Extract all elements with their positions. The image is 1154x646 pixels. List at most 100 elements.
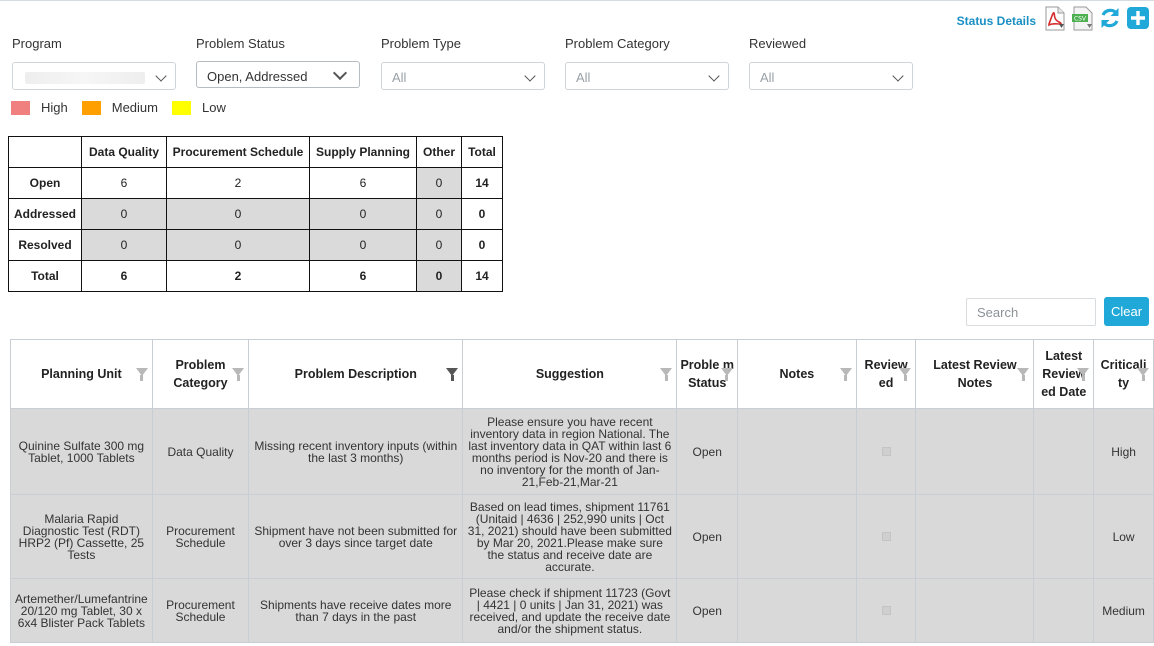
column-header-problem-description[interactable]: Problem Description	[248, 339, 464, 409]
cell-problem-status[interactable]: Open	[676, 408, 738, 495]
column-header-latest-reviewed-date[interactable]: Latest Review ed Date	[1033, 339, 1095, 409]
column-header-label: Problem Description	[294, 367, 417, 381]
cell-problem-description[interactable]: Shipment have not been submitted for ove…	[248, 494, 464, 579]
summary-cell-total: 6	[81, 260, 167, 292]
cell-planning-unit[interactable]: Quinine Sulfate 300 mg Tablet, 1000 Tabl…	[10, 408, 153, 495]
cell-problem-status[interactable]: Open	[676, 494, 738, 579]
summary-row-label: Resolved	[8, 229, 82, 261]
program-label: Program	[12, 36, 62, 51]
chevron-down-icon	[892, 70, 904, 82]
cell-latest-reviewed-date	[1033, 494, 1095, 579]
cell-suggestion[interactable]: Based on lead times, shipment 11761 (Uni…	[462, 494, 678, 579]
filter-icon[interactable]	[1137, 368, 1149, 381]
table-row[interactable]: Quinine Sulfate 300 mg Tablet, 1000 Tabl…	[10, 408, 1154, 495]
cell-notes[interactable]	[736, 408, 857, 495]
cell-problem-category[interactable]: Procurement Schedule	[151, 578, 250, 643]
table-row[interactable]: Malaria Rapid Diagnostic Test (RDT) HRP2…	[10, 494, 1154, 579]
legend-label-high: High	[41, 100, 68, 115]
summary-cell: 0	[416, 229, 462, 261]
summary-header-empty	[8, 136, 82, 168]
cell-problem-description[interactable]: Shipments have receive dates more than 7…	[248, 578, 464, 643]
cell-reviewed	[855, 578, 917, 643]
cell-latest-review-notes	[915, 494, 1035, 579]
cell-problem-status[interactable]: Open	[676, 578, 738, 643]
problem-type-select[interactable]: All	[381, 62, 545, 90]
reviewed-select[interactable]: All	[749, 62, 913, 90]
problem-status-select[interactable]: Open, Addressed	[196, 61, 360, 88]
problem-status-value: Open, Addressed	[207, 69, 308, 84]
program-filter: Program	[12, 36, 176, 90]
cell-problem-category[interactable]: Procurement Schedule	[151, 494, 250, 579]
summary-table: Data Quality Procurement Schedule Supply…	[8, 136, 503, 292]
cell-reviewed	[855, 494, 917, 579]
cell-criticality: High	[1093, 408, 1154, 495]
filter-icon[interactable]	[1077, 368, 1090, 381]
column-header-reviewed[interactable]: Review ed	[855, 339, 917, 409]
column-header-criticality[interactable]: Criticali ty	[1093, 339, 1154, 409]
cell-problem-description[interactable]: Missing recent inventory inputs (within …	[248, 408, 464, 495]
add-icon[interactable]	[1126, 6, 1150, 30]
search-input[interactable]: Search	[966, 298, 1096, 326]
cell-problem-category[interactable]: Data Quality	[151, 408, 250, 495]
filter-icon[interactable]	[899, 368, 912, 381]
summary-cell[interactable]: 2	[166, 167, 310, 199]
program-select[interactable]	[12, 62, 176, 90]
cell-planning-unit[interactable]: Malaria Rapid Diagnostic Test (RDT) HRP2…	[10, 494, 153, 579]
problem-status-filter: Problem Status Open, Addressed	[196, 36, 360, 88]
summary-row-resolved: Resolved 0 0 0 0 0	[8, 229, 503, 261]
summary-row-open: Open 6 2 6 0 14	[8, 167, 503, 199]
summary-cell-total: 0	[461, 198, 503, 230]
csv-download-icon[interactable]: CSV	[1070, 6, 1094, 31]
column-header-label: Suggestion	[535, 367, 604, 381]
summary-cell-total: 2	[166, 260, 310, 292]
reviewed-checkbox[interactable]	[881, 531, 891, 541]
cell-notes[interactable]	[736, 494, 857, 579]
summary-row-label: Open	[8, 167, 82, 199]
column-header-problem-category[interactable]: Problem Category	[151, 339, 250, 409]
summary-header-other: Other	[416, 136, 462, 168]
clear-button[interactable]: Clear	[1104, 297, 1149, 326]
filter-icon[interactable]	[720, 368, 733, 381]
table-header-row: Planning Unit Problem Category Problem D…	[10, 339, 1154, 409]
status-details-link[interactable]: Status Details	[957, 14, 1036, 28]
reviewed-checkbox[interactable]	[881, 446, 891, 456]
cell-suggestion[interactable]: Please ensure you have recent inventory …	[462, 408, 678, 495]
cell-suggestion[interactable]: Please check if shipment 11723 (Govt | 4…	[462, 578, 678, 643]
cell-latest-review-notes	[915, 408, 1035, 495]
table-row[interactable]: Artemether/Lumefantrine 20/120 mg Tablet…	[10, 578, 1154, 643]
filter-icon[interactable]	[660, 368, 673, 381]
cell-criticality: Medium	[1093, 578, 1154, 643]
cell-notes[interactable]	[736, 578, 857, 643]
problem-category-select[interactable]: All	[565, 62, 729, 90]
summary-row-label: Addressed	[8, 198, 82, 230]
column-header-suggestion[interactable]: Suggestion	[462, 339, 678, 409]
reviewed-checkbox[interactable]	[881, 605, 891, 615]
filter-icon[interactable]	[232, 368, 245, 381]
column-header-planning-unit[interactable]: Planning Unit	[10, 339, 153, 409]
summary-cell: 0	[166, 198, 310, 230]
legend-swatch-medium	[81, 100, 101, 115]
filter-icon[interactable]	[1017, 368, 1030, 381]
summary-cell[interactable]: 6	[81, 167, 167, 199]
reviewed-filter: Reviewed All	[749, 36, 913, 90]
summary-cell-total: 14	[461, 260, 503, 292]
column-header-label: Latest Review Notes	[933, 358, 1017, 390]
summary-cell: 0	[81, 229, 167, 261]
column-header-problem-status[interactable]: Proble m Status	[676, 339, 738, 409]
filter-icon[interactable]	[839, 368, 852, 381]
cell-planning-unit[interactable]: Artemether/Lumefantrine 20/120 mg Tablet…	[10, 578, 153, 643]
refresh-icon[interactable]	[1098, 6, 1122, 30]
pdf-download-icon[interactable]	[1042, 6, 1066, 31]
filter-icon[interactable]	[135, 368, 148, 381]
summary-cell[interactable]: 6	[309, 167, 417, 199]
filter-icon[interactable]	[446, 368, 459, 381]
svg-text:CSV: CSV	[1074, 16, 1087, 23]
top-border	[0, 0, 1154, 1]
summary-cell-total: 6	[309, 260, 417, 292]
column-header-notes[interactable]: Notes	[736, 339, 857, 409]
problem-list-table: Planning Unit Problem Category Problem D…	[10, 339, 1154, 643]
column-header-latest-review-notes[interactable]: Latest Review Notes	[915, 339, 1035, 409]
problem-category-value: All	[576, 70, 591, 85]
problem-category-filter: Problem Category All	[565, 36, 729, 90]
legend-label-low: Low	[202, 100, 226, 115]
